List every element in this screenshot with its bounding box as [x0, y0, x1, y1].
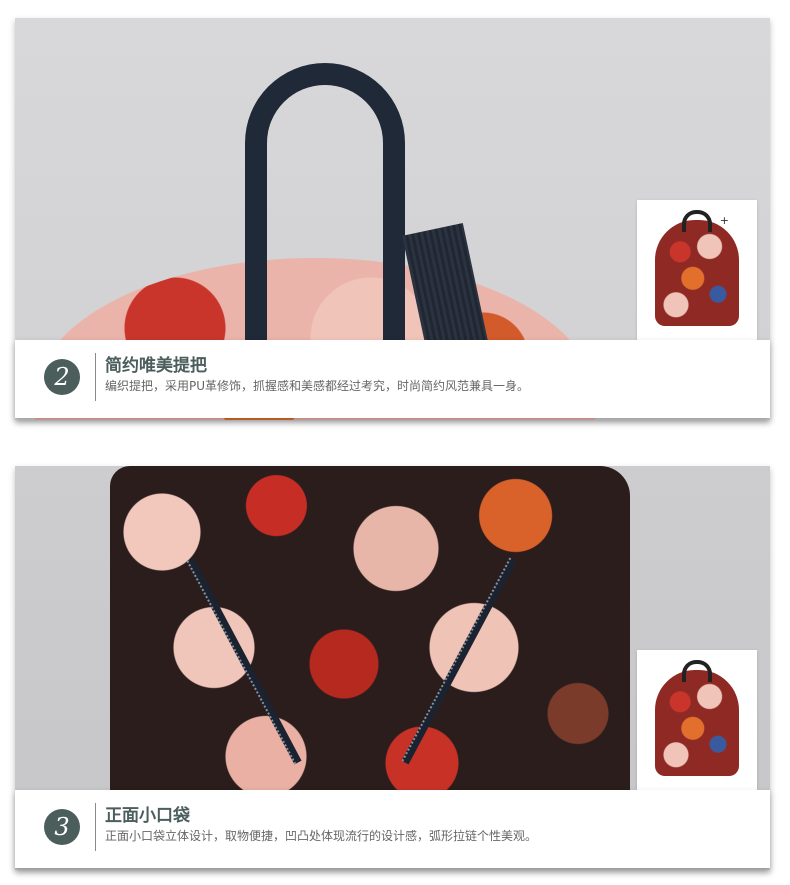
bag-handle: [245, 63, 405, 353]
backpack-thumbnail-handle: [682, 660, 712, 682]
caption-divider: [95, 353, 96, 401]
feature-caption: 3 正面小口袋 正面小口袋立体设计，取物便捷，凹凸处体现流行的设计感，弧形拉链个…: [15, 790, 770, 868]
feature-title: 正面小口袋: [105, 806, 190, 826]
section-number-badge: 2: [44, 359, 80, 395]
caption-divider: [95, 803, 96, 851]
thumbnail-tag: +: [719, 214, 729, 227]
backpack-thumbnail-image: [655, 220, 739, 326]
feature-description: 编织提把，采用PU革修饰，抓握感和美感都经过考究，时尚简约风范兼具一身。: [105, 379, 530, 393]
backpack-thumbnail-image: [655, 670, 739, 776]
feature-description: 正面小口袋立体设计，取物便捷，凹凸处体现流行的设计感，弧形拉链个性美观。: [105, 829, 538, 843]
feature-caption: 2 简约唯美提把 编织提把，采用PU革修饰，抓握感和美感都经过考究，时尚简约风范…: [15, 340, 770, 418]
product-thumbnail: [637, 650, 757, 790]
product-thumbnail: +: [637, 200, 757, 340]
section-number-badge: 3: [44, 809, 80, 845]
backpack-thumbnail-handle: [682, 210, 712, 232]
feature-title: 简约唯美提把: [105, 356, 207, 376]
bag-front-pattern: [110, 466, 630, 796]
